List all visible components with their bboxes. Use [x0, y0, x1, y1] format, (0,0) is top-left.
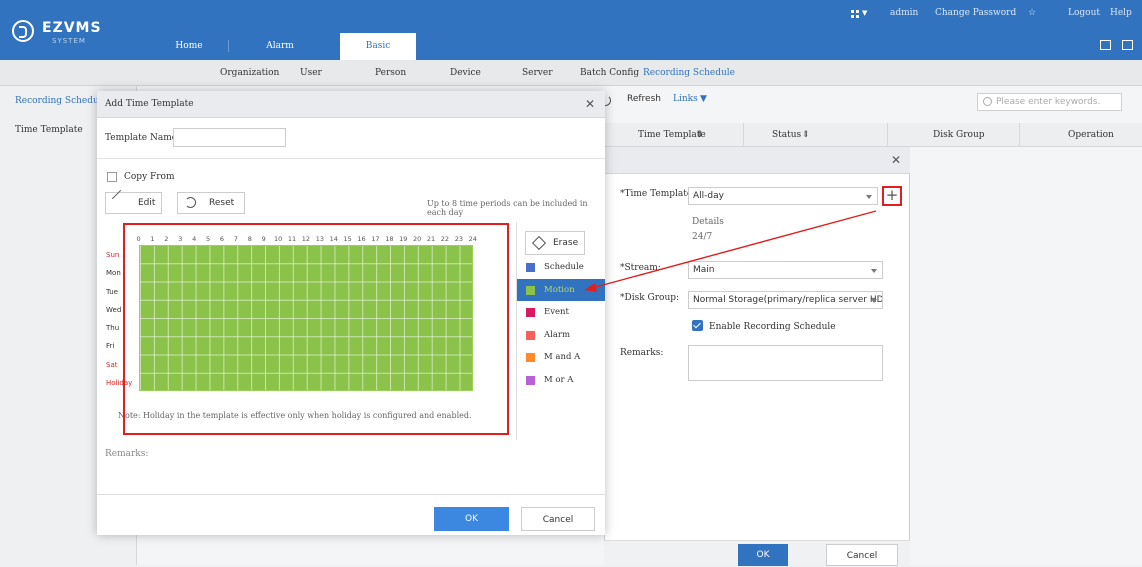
annotation-arrow — [584, 210, 877, 292]
